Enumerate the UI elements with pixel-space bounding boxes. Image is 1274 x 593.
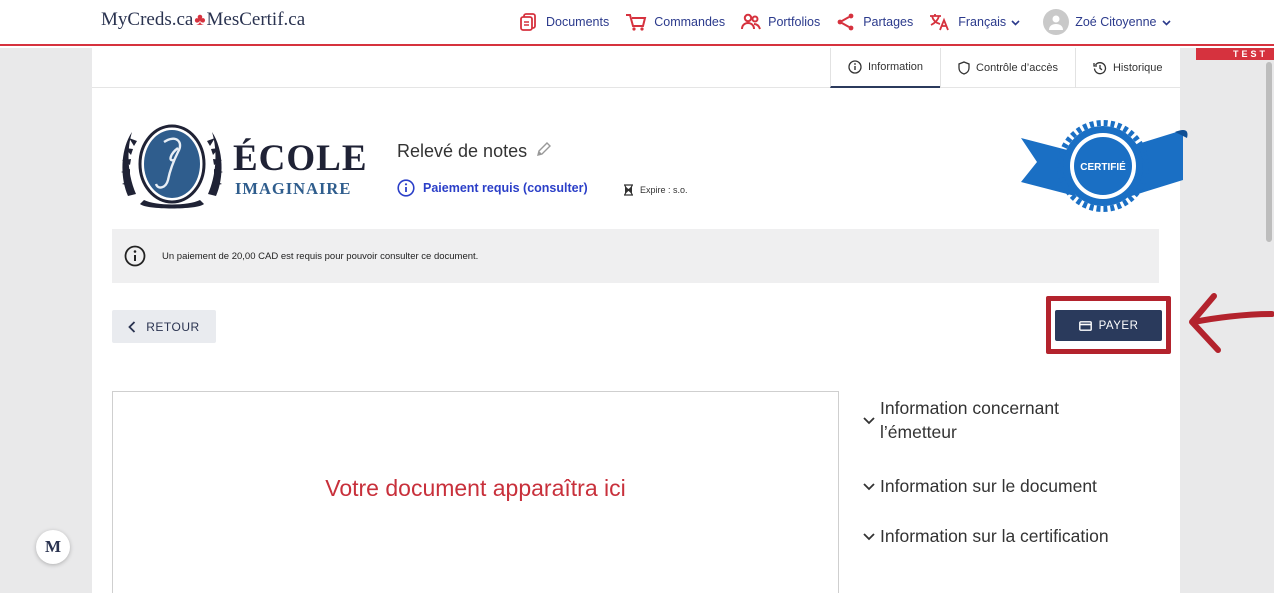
scrollbar[interactable] [1266, 62, 1272, 242]
history-icon [1093, 62, 1107, 75]
brand-right: MesCertif.ca [206, 9, 306, 30]
main-nav: Documents Commandes Portfolios Partages … [519, 9, 1171, 35]
nav-shares[interactable]: Partages [836, 12, 913, 32]
document-title: Relevé de notes [397, 140, 553, 163]
info-icon [848, 60, 862, 74]
tab-bar: Information Contrôle d’accès Historique [830, 48, 1180, 88]
tab-history-label: Historique [1112, 62, 1163, 74]
tab-access-control-label: Contrôle d’accès [976, 62, 1058, 74]
certified-badge-label: CERTIFIÉ [1080, 160, 1126, 173]
chevron-down-icon [1161, 15, 1171, 29]
edit-title-button[interactable] [527, 140, 553, 163]
share-icon [836, 12, 863, 32]
nav-orders[interactable]: Commandes [625, 12, 725, 32]
nav-language-label: Français [958, 15, 1007, 29]
accordion-certification-info-label: Information sur la certification [880, 526, 1109, 546]
tab-information[interactable]: Information [830, 48, 941, 88]
nav-orders-label: Commandes [654, 15, 726, 29]
nav-portfolios[interactable]: Portfolios [741, 13, 820, 31]
pointer-arrow-icon [1189, 293, 1274, 353]
info-icon [124, 245, 146, 267]
nav-documents[interactable]: Documents [519, 12, 609, 32]
chevron-down-icon [863, 417, 875, 425]
accordion-document-info-label: Information sur le document [880, 476, 1097, 496]
accordion-document-info[interactable]: Information sur le document [862, 474, 1162, 498]
nav-portfolios-label: Portfolios [768, 15, 821, 29]
chevron-down-icon [863, 533, 875, 541]
certified-badge: CERTIFIÉ [1021, 120, 1188, 212]
top-bar: MyCreds.ca ♣ MesCertif.ca Documents Comm… [0, 0, 1274, 46]
user-name: Zoé Citoyenne [1075, 15, 1157, 29]
accordion-issuer-info[interactable]: Information concernant l’émetteur [862, 396, 1162, 444]
payment-required-label: Paiement requis (consulter) [423, 181, 588, 195]
expiry-info: Expire : s.o. [623, 184, 688, 196]
translate-icon [929, 12, 958, 32]
pay-button-label: PAYER [1098, 319, 1139, 332]
hourglass-icon [624, 184, 633, 196]
env-badge: TEST [1196, 48, 1274, 60]
document-preview: Votre document apparaîtra ici [112, 391, 839, 593]
tab-information-label: Information [868, 61, 924, 73]
back-button[interactable]: RETOUR [112, 310, 216, 343]
payment-alert: Un paiement de 20,00 CAD est requis pour… [112, 229, 1159, 283]
alert-message: Un paiement de 20,00 CAD est requis pour… [162, 250, 479, 262]
nav-documents-label: Documents [546, 15, 610, 29]
documents-icon [519, 12, 546, 32]
cart-icon [625, 12, 654, 32]
nav-language[interactable]: Français [929, 12, 1027, 32]
pencil-icon [537, 142, 552, 156]
chevron-down-icon [863, 483, 875, 491]
user-menu[interactable]: Zoé Citoyenne [1043, 9, 1171, 35]
pay-button[interactable]: PAYER [1055, 310, 1162, 341]
issuer-name-line1: ÉCOLE [233, 138, 368, 179]
shield-icon [958, 61, 970, 75]
avatar [1043, 9, 1070, 35]
payment-required-link[interactable]: Paiement requis (consulter) [397, 179, 588, 197]
tab-access-control[interactable]: Contrôle d’accès [940, 48, 1075, 88]
expiry-label: Expire : s.o. [640, 185, 688, 195]
document-preview-placeholder: Votre document apparaîtra ici [325, 475, 626, 501]
brand-logo[interactable]: MyCreds.ca ♣ MesCertif.ca [101, 9, 305, 31]
accordion-issuer-info-label: Information concernant l’émetteur [880, 398, 1059, 442]
credit-card-icon [1078, 320, 1092, 331]
mycreds-floating-logo[interactable]: M [36, 530, 70, 564]
people-icon [741, 13, 768, 31]
accordion-certification-info[interactable]: Information sur la certification [862, 524, 1162, 548]
document-title-text: Relevé de notes [397, 141, 528, 161]
brand-left: MyCreds.ca [101, 9, 194, 30]
mycreds-logo-text: M [44, 537, 62, 556]
chevron-down-icon [1011, 15, 1027, 29]
issuer-name-line2: IMAGINAIRE [235, 179, 352, 198]
maple-leaf-icon: ♣ [194, 10, 206, 29]
chevron-left-icon [128, 320, 136, 333]
tab-history[interactable]: Historique [1074, 48, 1180, 88]
nav-shares-label: Partages [863, 15, 914, 29]
back-button-label: RETOUR [146, 319, 200, 334]
info-icon [397, 179, 415, 197]
